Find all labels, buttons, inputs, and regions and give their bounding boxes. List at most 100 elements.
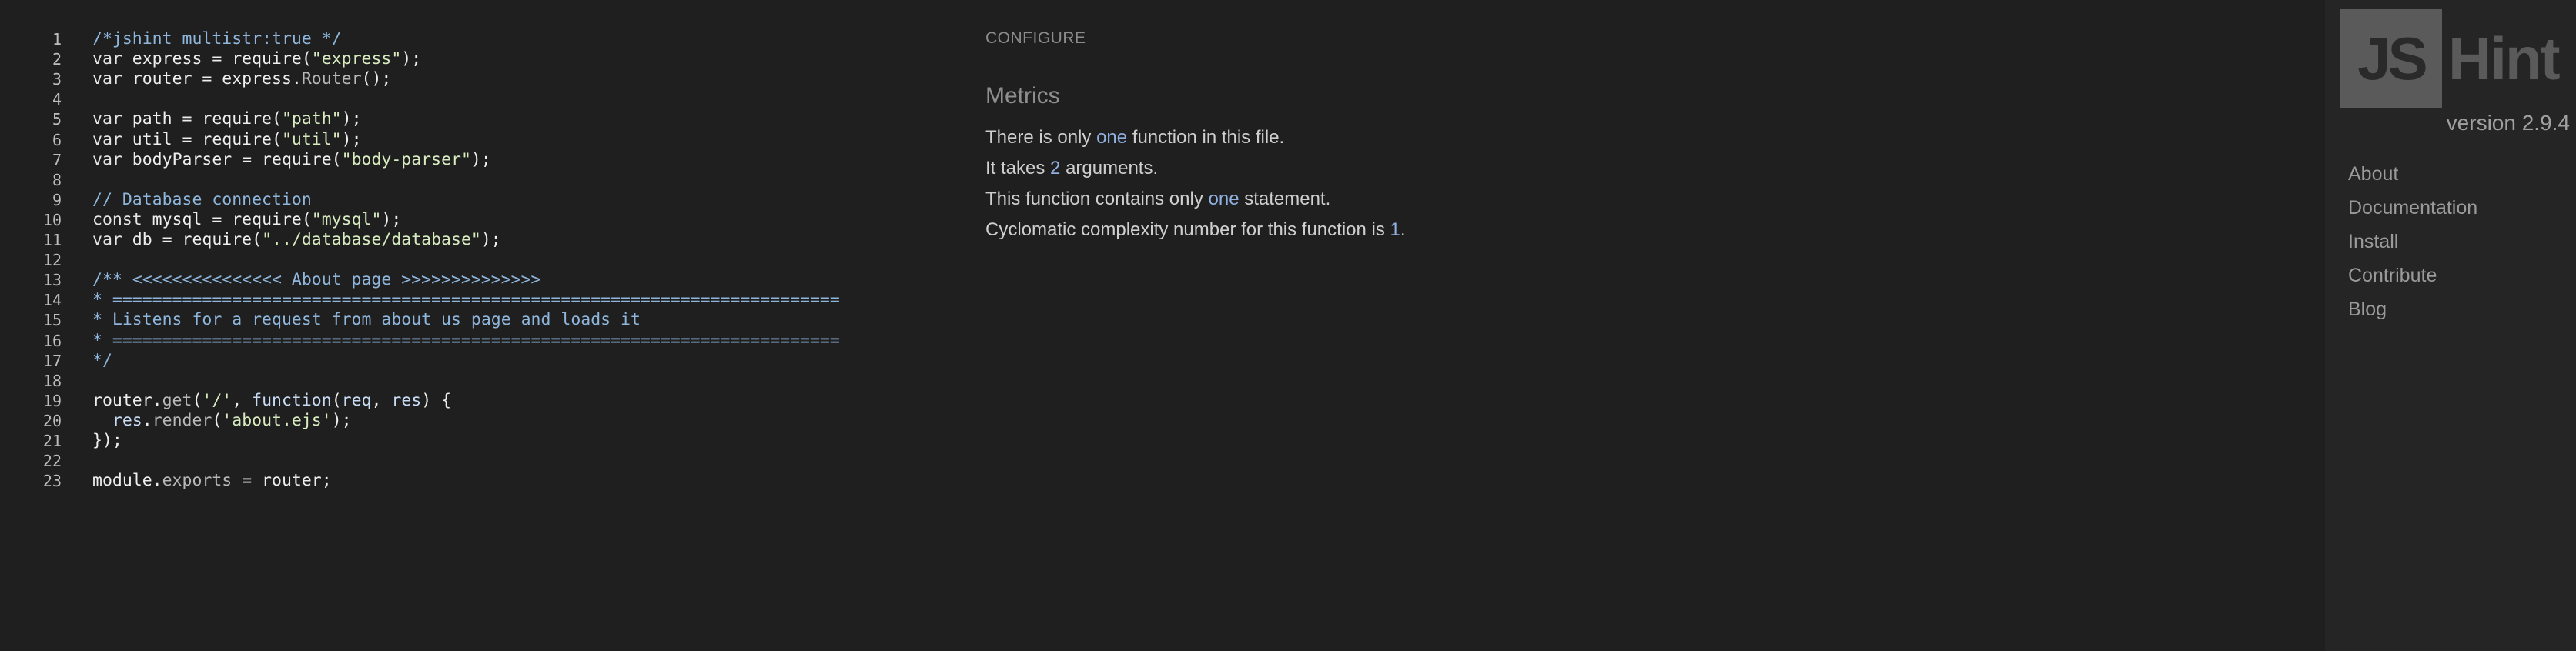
nav-link-blog[interactable]: Blog	[2348, 299, 2387, 321]
code-token: function	[252, 390, 332, 410]
metric-text: It takes	[985, 158, 1051, 179]
code-token: express = require(	[122, 49, 312, 69]
code-line: 23 module.exports = router;	[0, 471, 955, 491]
code-text: res.render('about.ejs');	[92, 411, 352, 431]
metric-text: This function contains only	[985, 189, 1209, 209]
code-text: module.exports = router;	[92, 471, 332, 491]
code-token: var	[92, 49, 122, 69]
code-token: );	[341, 129, 362, 149]
code-text: });	[92, 431, 122, 451]
code-token: * ======================================…	[92, 330, 840, 350]
code-token: var	[92, 69, 122, 89]
code-token: /*jshint multistr:true */	[92, 29, 342, 48]
line-number: 21	[42, 432, 62, 450]
code-token: get	[162, 390, 192, 410]
code-text: /** <<<<<<<<<<<<<<< About page >>>>>>>>>…	[92, 270, 540, 290]
code-token: /** <<<<<<<<<<<<<<< About page >>>>>>>>>…	[92, 270, 541, 290]
code-token: render	[152, 410, 212, 430]
code-token: ,	[371, 390, 392, 410]
code-token: );	[341, 109, 362, 129]
code-token: );	[480, 230, 501, 249]
code-token: */	[92, 350, 112, 370]
metrics-heading: Metrics	[985, 83, 1060, 108]
code-token: (	[192, 390, 202, 410]
code-token: = router;	[232, 471, 332, 491]
code-token: );	[401, 49, 422, 69]
code-text: var db = require("../database/database")…	[92, 230, 501, 250]
line-number: 11	[42, 231, 62, 249]
line-number: 18	[42, 371, 62, 390]
code-token: req	[341, 390, 372, 410]
nav-link-install[interactable]: Install	[2348, 231, 2398, 253]
code-line: 19 router.get('/', function(req, res) {	[0, 391, 955, 411]
code-line: 1 /*jshint multistr:true */	[0, 29, 955, 49]
metric-value: one	[1208, 189, 1239, 209]
code-token: );	[381, 209, 402, 229]
code-token: "body-parser"	[341, 149, 471, 169]
code-token: '/'	[202, 390, 233, 410]
code-text: var util = require("util");	[92, 130, 362, 150]
report-panel: CONFIGURE Metrics There is only one func…	[985, 0, 2294, 651]
code-token: (	[331, 390, 342, 410]
code-text: /*jshint multistr:true */	[92, 29, 342, 49]
code-token: // Database connection	[92, 189, 312, 209]
code-text: * ======================================…	[92, 290, 840, 310]
code-token: * Listens for a request from about us pa…	[92, 310, 641, 330]
line-number: 16	[42, 331, 62, 350]
code-token: ) {	[421, 390, 452, 410]
code-editor[interactable]: 1 /*jshint multistr:true */ 2 var express =…	[0, 0, 955, 651]
code-token: var	[92, 149, 122, 169]
line-number: 3	[52, 70, 62, 89]
code-line: 14 * ====================================…	[0, 290, 955, 310]
line-number: 7	[52, 150, 62, 169]
line-number: 8	[52, 170, 62, 189]
code-token: ,	[232, 390, 253, 410]
code-line: 8	[0, 170, 955, 190]
code-text: // Database connection	[92, 190, 312, 210]
code-token: exports	[162, 471, 233, 491]
code-text: const mysql = require("mysql");	[92, 210, 401, 230]
metric-line: This function contains only one statemen…	[985, 189, 1330, 210]
metric-line: There is only one function in this file.	[985, 127, 1284, 149]
metric-text: statement.	[1239, 189, 1331, 209]
code-token: bodyParser = require(	[122, 149, 342, 169]
code-token: "express"	[311, 49, 402, 69]
code-line: 5 var path = require("path");	[0, 109, 955, 129]
code-line: 20 res.render('about.ejs');	[0, 411, 955, 431]
logo-js-text: JS	[2357, 25, 2427, 92]
nav-link-contribute[interactable]: Contribute	[2348, 265, 2437, 287]
code-line: 9 // Database connection	[0, 190, 955, 210]
nav-link-about[interactable]: About	[2348, 163, 2398, 185]
code-token: db = require(	[122, 230, 263, 249]
code-token: "../database/database"	[262, 230, 481, 249]
code-token: module.	[92, 471, 162, 491]
code-text: router.get('/', function(req, res) {	[92, 391, 451, 411]
code-text: var bodyParser = require("body-parser");	[92, 150, 491, 170]
line-number: 4	[52, 90, 62, 109]
line-number: 22	[42, 452, 62, 471]
metric-text: There is only	[985, 127, 1097, 148]
code-token: router.	[92, 390, 162, 410]
code-text: */	[92, 351, 112, 371]
metric-text: Cyclomatic complexity number for this fu…	[985, 219, 1390, 240]
code-text: * ======================================…	[92, 331, 840, 351]
code-line: 6 var util = require("util");	[0, 130, 955, 150]
code-token: var	[92, 230, 122, 249]
code-line: 11 var db = require("../database/database…	[0, 230, 955, 250]
code-token: "mysql"	[311, 209, 382, 229]
line-number: 23	[42, 472, 62, 491]
code-token: mysql = require(	[142, 209, 312, 229]
code-line: 17 */	[0, 351, 955, 371]
line-number: 2	[52, 50, 62, 69]
metric-text: function in this file.	[1127, 127, 1285, 148]
code-token: const	[92, 209, 142, 229]
nav-link-documentation[interactable]: Documentation	[2348, 197, 2477, 219]
code-token: "path"	[281, 109, 342, 129]
code-text: var router = express.Router();	[92, 69, 391, 89]
code-token: ();	[361, 69, 392, 89]
code-token: Router	[301, 69, 362, 89]
code-token: var	[92, 129, 122, 149]
configure-link[interactable]: CONFIGURE	[985, 29, 1086, 48]
code-token: 'about.ejs'	[222, 410, 332, 430]
